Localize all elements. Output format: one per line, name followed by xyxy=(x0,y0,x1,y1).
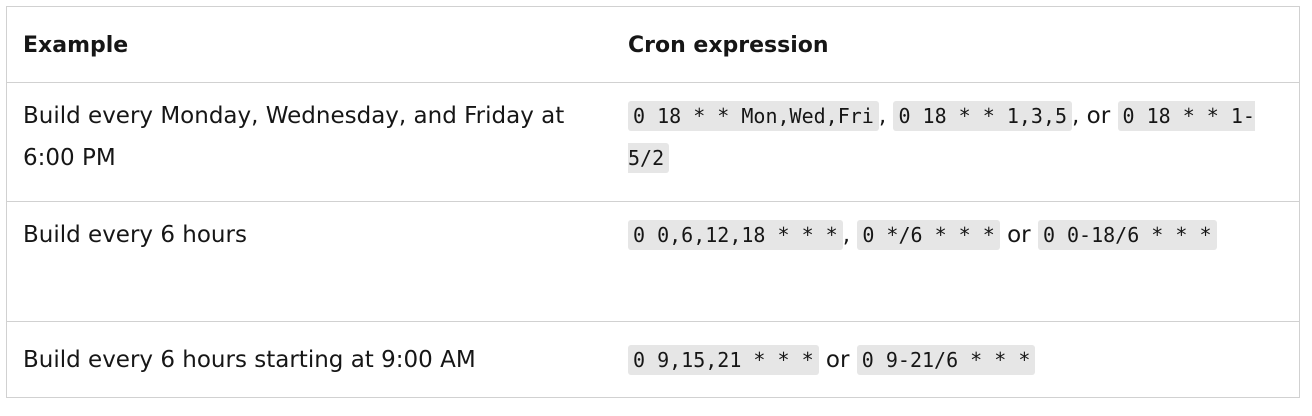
separator-text: , or xyxy=(1072,103,1118,129)
cron-code: 0 9,15,21 * * * xyxy=(628,345,819,375)
example-cell: Build every Monday, Wednesday, and Frida… xyxy=(23,103,565,171)
cron-code: 0 18 * * Mon,Wed,Fri xyxy=(628,101,879,131)
separator-text: , xyxy=(878,103,894,129)
cron-code: 0 0,6,12,18 * * * xyxy=(628,220,843,250)
cron-code: 0 */6 * * * xyxy=(857,220,1000,250)
example-cell: Build every 6 hours xyxy=(23,222,247,248)
example-cell: Build every 6 hours starting at 9:00 AM xyxy=(23,347,476,373)
header-example: Example xyxy=(23,33,129,58)
separator-text: , xyxy=(842,222,858,248)
cron-examples-table: Example Cron expression Build every Mond… xyxy=(6,6,1300,398)
table-row: Build every Monday, Wednesday, and Frida… xyxy=(7,83,1299,202)
header-cron-expression: Cron expression xyxy=(628,33,829,58)
table-header-row: Example Cron expression xyxy=(7,7,1299,83)
cron-code: 0 9-21/6 * * * xyxy=(856,345,1036,375)
separator-text: or xyxy=(999,222,1038,248)
cron-code: 0 18 * * 1,3,5 xyxy=(893,101,1073,131)
table-row: Build every 6 hours starting at 9:00 AM … xyxy=(7,322,1299,398)
cron-cell: 0 18 * * Mon,Wed,Fri, 0 18 * * 1,3,5, or… xyxy=(612,83,1299,201)
cron-cell: 0 0,6,12,18 * * *, 0 */6 * * * or 0 0-18… xyxy=(612,202,1299,321)
table-row: Build every 6 hours 0 0,6,12,18 * * *, 0… xyxy=(7,202,1299,322)
cron-code: 0 0-18/6 * * * xyxy=(1037,220,1217,250)
cron-cell: 0 9,15,21 * * * or 0 9-21/6 * * * xyxy=(612,322,1299,398)
separator-text: or xyxy=(818,347,857,373)
